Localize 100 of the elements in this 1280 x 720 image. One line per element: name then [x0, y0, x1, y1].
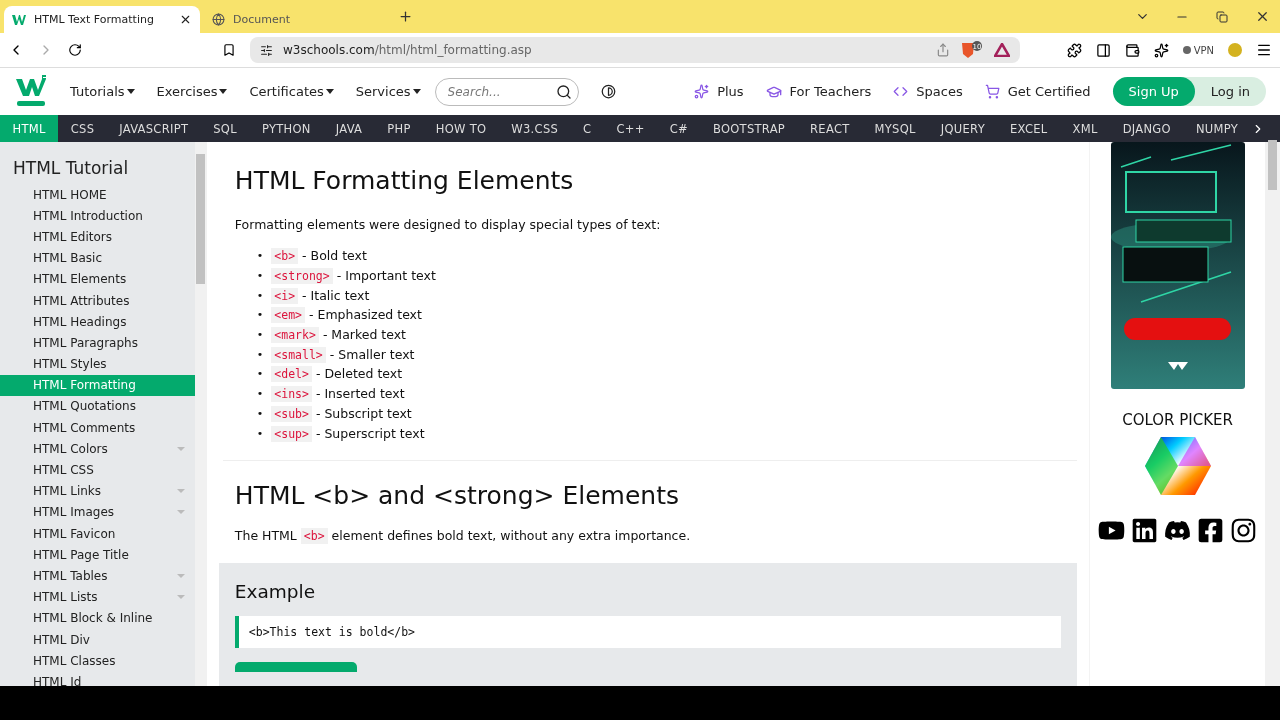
topic-tab[interactable]: PHP [374, 115, 424, 142]
list-item: • <em> - Emphasized text [256, 306, 422, 325]
intro-text: Formatting elements were designed to display special types of text: [234, 217, 662, 232]
w3schools-logo-icon [12, 13, 26, 26]
cart-icon [984, 84, 1000, 99]
sidebar-item[interactable]: HTML Attributes [0, 289, 195, 312]
color-wheel-icon[interactable] [1144, 437, 1211, 495]
nav-menu[interactable]: Exercises [156, 84, 228, 99]
sidebar-item[interactable]: HTML Page Title [0, 544, 195, 566]
sidebar-item[interactable]: HTML Links [0, 480, 195, 502]
nav-menu[interactable]: Tutorials [70, 84, 135, 99]
topic-tab[interactable]: PYTHON [249, 115, 324, 142]
sidebar-item[interactable]: HTML Colors [0, 438, 195, 460]
facebook-icon[interactable] [1197, 517, 1225, 544]
search-icon[interactable] [555, 83, 572, 100]
scrollbar[interactable] [1265, 142, 1280, 686]
topic-tab[interactable]: XML [1060, 115, 1111, 142]
sidebar-item[interactable]: HTML Elements [0, 268, 195, 290]
sidebar-item[interactable]: HTML Id [0, 671, 195, 686]
menu-icon[interactable] [1256, 42, 1272, 58]
list-item: • <i> - Italic text [256, 286, 370, 306]
w3schools-logo [14, 74, 48, 109]
topic-tab[interactable]: C++ [603, 115, 658, 142]
sidebar-item[interactable]: HTML Favicon [0, 523, 195, 545]
nav-menu[interactable]: Certificates [249, 84, 334, 99]
list-item: • <strong> - Important text [256, 267, 436, 286]
site-settings-icon[interactable] [260, 43, 273, 57]
sidebar-item[interactable]: HTML Paragraphs [0, 332, 195, 354]
triangle-icon[interactable] [994, 43, 1010, 57]
share-icon[interactable] [936, 43, 950, 57]
extensions-icon[interactable] [1066, 42, 1082, 58]
contrast-icon[interactable] [600, 84, 616, 99]
topic-tab[interactable]: REACT [797, 115, 863, 142]
code-icon [893, 84, 909, 99]
sidebar-item[interactable]: HTML Introduction [0, 205, 195, 227]
caret-icon [412, 89, 421, 94]
page-heading: HTML Formatting Elements [234, 166, 575, 195]
topic-tab[interactable]: JQUERY [928, 115, 998, 142]
sidebar-item[interactable]: HTML Block & Inline [0, 607, 195, 629]
topic-tab[interactable]: NUMPY [1183, 115, 1251, 142]
nav-link[interactable]: Spaces [893, 84, 963, 99]
list-item: • <ins> - Inserted text [256, 385, 405, 404]
sidebar-item[interactable]: HTML CSS [0, 459, 195, 481]
nav-link[interactable]: For Teachers [765, 83, 872, 100]
list-item: • <sub> - Subscript text [256, 404, 412, 424]
section-text: The HTML <b> element defines bold text, without any extra importance. [234, 527, 692, 543]
caret-icon [176, 489, 185, 494]
sidebar-item[interactable]: HTML HOME [0, 184, 195, 206]
topic-tab[interactable]: JAVA [323, 115, 375, 142]
topic-tab[interactable]: W3.CSS [498, 115, 571, 142]
browser-tab[interactable]: Document [204, 6, 394, 33]
sidebar-item[interactable]: HTML Basic [0, 247, 195, 269]
sidebar-item[interactable]: HTML Quotations [0, 395, 195, 418]
browser-tab[interactable]: HTML Text Formatting [4, 6, 200, 33]
caret-icon [176, 510, 185, 515]
topic-tab[interactable]: DJANGO [1110, 115, 1184, 142]
vpn-button[interactable]: VPN [1182, 44, 1214, 56]
sidebar-item[interactable]: HTML Editors [0, 226, 195, 248]
globe-icon [212, 13, 225, 26]
log-in-button[interactable]: Log in [1194, 77, 1266, 106]
sidebar-item[interactable]: HTML Tables [0, 565, 195, 587]
sidebar-item[interactable]: HTML Div [0, 628, 195, 651]
sparkle-icon [694, 84, 710, 99]
topic-tab[interactable]: MYSQL [862, 115, 929, 142]
nav-menu[interactable]: Services [355, 84, 421, 99]
sidebar-item[interactable]: HTML Styles [0, 353, 195, 375]
wallet-icon[interactable] [1124, 42, 1140, 58]
nav-link[interactable]: Plus [694, 84, 744, 99]
topic-tab[interactable]: SQL [200, 115, 250, 142]
linkedin-icon[interactable] [1131, 517, 1159, 544]
nav-link[interactable]: Get Certified [984, 84, 1091, 99]
caret-icon [219, 89, 228, 94]
restore-icon[interactable] [1216, 10, 1228, 23]
topic-tab[interactable]: BOOTSTRAP [700, 115, 798, 142]
reload-icon[interactable] [68, 43, 82, 57]
close-icon[interactable] [179, 13, 192, 26]
url-text: w3schools.com/html/html_formatting.asp [283, 43, 532, 57]
list-item: • <del> - Deleted text [256, 365, 403, 384]
sparkle-icon[interactable] [1153, 42, 1169, 58]
sidebar-icon[interactable] [1095, 42, 1111, 58]
sidebar-item[interactable]: HTML Lists [0, 586, 195, 608]
sidebar-item[interactable]: HTML Comments [0, 417, 195, 439]
topic-tab[interactable]: C# [657, 115, 701, 142]
sidebar-item[interactable]: HTML Images [0, 501, 195, 523]
list-item: • <small> - Smaller text [256, 345, 415, 365]
bookmark-icon[interactable] [222, 43, 236, 57]
topic-tab[interactable]: HOW TO [423, 115, 499, 142]
topic-tab[interactable]: CSS [58, 115, 107, 142]
section-heading: HTML <b> and <strong> Elements [234, 480, 680, 510]
search-field[interactable]: Search... [434, 77, 579, 106]
new-tab-icon[interactable] [398, 9, 413, 24]
sidebar-item[interactable]: HTML Classes [0, 650, 195, 672]
topic-tab[interactable]: EXCEL [997, 115, 1060, 142]
color-picker-title: COLOR PICKER [1122, 411, 1233, 429]
topic-tab[interactable]: C [570, 115, 604, 142]
list-item: • <sup> - Superscript text [256, 424, 425, 443]
instagram-icon[interactable] [1230, 517, 1258, 544]
sidebar-title: HTML Tutorial [12, 157, 130, 180]
topic-tab[interactable]: JAVASCRIPT [106, 115, 201, 142]
sidebar-item[interactable]: HTML Headings [0, 311, 195, 333]
